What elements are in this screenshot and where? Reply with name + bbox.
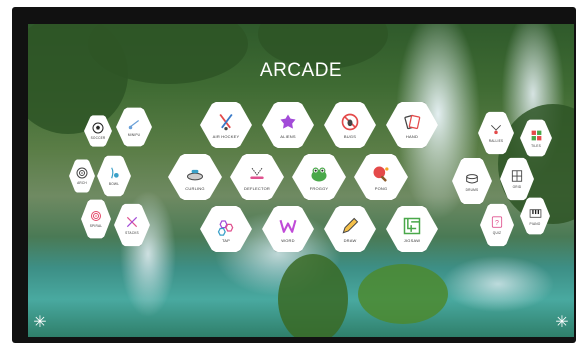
game-label: AIR HOCKEY	[212, 133, 240, 139]
game-label: GRID	[512, 185, 522, 189]
asterisk-icon[interactable]: ✳	[552, 313, 572, 333]
game-label: HAND	[405, 133, 419, 139]
game-tile-spiral[interactable]: SPIRAL	[81, 199, 111, 239]
target-icon	[76, 167, 88, 179]
game-tile-jigsaw[interactable]: JIGSAW	[386, 206, 438, 252]
game-label: QUIZ	[492, 231, 502, 235]
game-tile-froggy[interactable]: FROGGY	[292, 154, 346, 200]
game-label: JIGSAW	[403, 237, 421, 243]
game-tile-curling[interactable]: CURLING	[168, 154, 222, 200]
hexagons-icon	[217, 219, 234, 236]
deflector-icon	[250, 167, 264, 179]
game-label: WORD	[281, 237, 295, 243]
game-tile-bugs[interactable]: BUGS	[324, 102, 376, 148]
game-label: MINIPU	[127, 133, 141, 137]
game-tile-pong[interactable]: PONG	[354, 154, 408, 200]
game-label: TILES	[531, 143, 541, 148]
shuttlecock-icon	[491, 125, 501, 135]
stacks-icon	[126, 216, 138, 228]
bowling-icon	[111, 167, 119, 179]
game-label: TAP	[221, 237, 231, 243]
air-hockey-icon	[219, 113, 233, 130]
game-label: BUGS	[343, 133, 357, 139]
game-label: DEFLECTOR	[244, 185, 270, 191]
page-title: ARCADE	[259, 60, 343, 81]
maze-icon	[403, 217, 421, 234]
game-label: CURLING	[185, 185, 205, 191]
ping-pong-icon	[373, 166, 389, 182]
frog-icon	[311, 167, 327, 181]
game-tile-quiz[interactable]: ? QUIZ	[480, 203, 514, 247]
game-tile-air-hockey[interactable]: AIR HOCKEY	[200, 102, 252, 148]
game-label: STACKS	[125, 231, 139, 235]
game-label: PIANO	[529, 221, 541, 226]
hand-cards-icon	[404, 114, 421, 129]
game-tile-draw[interactable]: DRAW	[324, 206, 376, 252]
game-tile-tap[interactable]: TAP	[200, 206, 252, 252]
curling-stone-icon	[187, 169, 203, 180]
game-tile-mini[interactable]: MINIPU	[116, 107, 152, 147]
foliage	[358, 264, 448, 324]
game-label: BOWL	[108, 182, 120, 186]
bug-icon	[341, 113, 359, 130]
piano-icon	[529, 208, 541, 218]
game-label: SOCCER	[90, 136, 106, 140]
mini-golf-icon	[128, 120, 140, 130]
game-label: FROGGY	[309, 185, 329, 191]
game-tile-hand[interactable]: HAND	[386, 102, 438, 148]
tiles-icon	[531, 130, 541, 140]
letter-w-icon	[279, 219, 297, 233]
alien-icon	[280, 114, 296, 129]
pencil-icon	[342, 217, 359, 233]
soccer-ball-icon	[92, 122, 104, 134]
game-label: PONG	[374, 185, 388, 191]
arcade-screen: ARCADE SOCCER MINIPU ARCH BOWL SPIRAL ST…	[28, 24, 574, 337]
game-label: ALIENS	[280, 133, 296, 139]
grid-icon	[511, 170, 523, 182]
asterisk-icon[interactable]: ✳	[30, 313, 50, 333]
game-label: DRAW	[343, 237, 357, 243]
game-tile-stacks[interactable]: STACKS	[114, 203, 150, 247]
game-tile-archery[interactable]: ARCH	[69, 159, 95, 193]
quiz-icon: ?	[491, 216, 503, 228]
game-tile-drums[interactable]: DRUMS	[452, 158, 492, 204]
game-label: DRUMS	[465, 188, 479, 192]
game-tile-word[interactable]: WORD	[262, 206, 314, 252]
foliage	[278, 254, 348, 337]
svg-text:?: ?	[495, 220, 499, 227]
game-tile-deflector[interactable]: DEFLECTOR	[230, 154, 284, 200]
game-label: SPIRAL	[89, 224, 103, 228]
drum-icon	[466, 174, 478, 184]
game-tile-aliens[interactable]: ALIENS	[262, 102, 314, 148]
game-label: ARCH	[77, 181, 87, 185]
game-label: RALLIES	[488, 139, 504, 143]
spiral-icon	[91, 211, 101, 221]
game-tile-bowling[interactable]: BOWL	[97, 155, 131, 197]
